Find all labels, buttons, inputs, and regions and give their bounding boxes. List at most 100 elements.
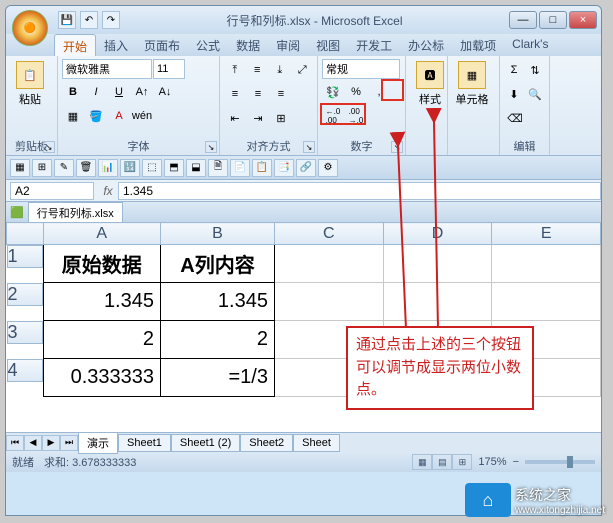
- tab-page-layout[interactable]: 页面布: [136, 34, 188, 56]
- tool-8[interactable]: ⬒: [164, 159, 184, 177]
- sheet-tab-3[interactable]: Sheet: [293, 434, 340, 452]
- tab-office[interactable]: 办公标: [400, 34, 452, 56]
- sheet-nav-next[interactable]: ▶: [42, 435, 60, 451]
- col-header-c[interactable]: C: [274, 223, 383, 245]
- minimize-button[interactable]: —: [509, 11, 537, 29]
- currency-button[interactable]: 💱: [322, 81, 344, 103]
- sheet-tab-2[interactable]: Sheet2: [240, 434, 293, 452]
- percent-button[interactable]: %: [345, 81, 367, 103]
- tab-addins[interactable]: 加载项: [452, 34, 504, 56]
- tool-7[interactable]: ⬚: [142, 159, 162, 177]
- align-center-icon[interactable]: ≡: [247, 83, 269, 105]
- col-header-b[interactable]: B: [161, 223, 275, 245]
- qat-save[interactable]: 💾: [58, 11, 76, 29]
- office-button[interactable]: 🟠: [12, 10, 48, 46]
- close-button[interactable]: ×: [569, 11, 597, 29]
- qat-undo[interactable]: ↶: [80, 11, 98, 29]
- sheet-nav-prev[interactable]: ◀: [24, 435, 42, 451]
- sheet-tab-demo[interactable]: 演示: [78, 432, 118, 454]
- tab-insert[interactable]: 插入: [96, 34, 136, 56]
- increase-font-icon[interactable]: A↑: [131, 81, 153, 103]
- align-middle-icon[interactable]: ≡: [247, 59, 269, 81]
- cell-b4[interactable]: =1/3: [161, 359, 275, 397]
- cell-d2[interactable]: [383, 283, 492, 321]
- fill-color-button[interactable]: 🪣: [85, 105, 107, 127]
- tab-formulas[interactable]: 公式: [188, 34, 228, 56]
- paste-button[interactable]: 📋 粘贴: [10, 59, 50, 109]
- find-icon[interactable]: 🔍: [525, 83, 545, 105]
- row-header-2[interactable]: 2: [7, 283, 43, 306]
- tool-11[interactable]: 📄: [230, 159, 250, 177]
- clear-icon[interactable]: ⌫: [504, 107, 526, 129]
- tool-15[interactable]: ⚙: [318, 159, 338, 177]
- align-right-icon[interactable]: ≡: [270, 83, 292, 105]
- view-pagebreak-icon[interactable]: ⊞: [452, 454, 472, 470]
- cell-a2[interactable]: 1.345: [43, 283, 161, 321]
- underline-button[interactable]: U: [108, 81, 130, 103]
- tool-5[interactable]: 📊: [98, 159, 118, 177]
- view-normal-icon[interactable]: ▦: [412, 454, 432, 470]
- zoom-out-icon[interactable]: −: [513, 456, 519, 468]
- tab-view[interactable]: 视图: [308, 34, 348, 56]
- select-all-corner[interactable]: [7, 223, 44, 245]
- zoom-level[interactable]: 175%: [478, 456, 506, 468]
- tool-2[interactable]: ⊞: [32, 159, 52, 177]
- font-color-button[interactable]: A: [108, 105, 130, 127]
- cell-c2[interactable]: [274, 283, 383, 321]
- font-size-combo[interactable]: 11: [153, 59, 185, 79]
- row-header-1[interactable]: 1: [7, 245, 43, 268]
- view-layout-icon[interactable]: ▤: [432, 454, 452, 470]
- fx-icon[interactable]: fx: [98, 184, 118, 198]
- sheet-tab-1-2[interactable]: Sheet1 (2): [171, 434, 240, 452]
- qat-redo[interactable]: ↷: [102, 11, 120, 29]
- sheet-tab-1[interactable]: Sheet1: [118, 434, 171, 452]
- cell-a3[interactable]: 2: [43, 321, 161, 359]
- fill-icon[interactable]: ⬇: [504, 83, 524, 105]
- font-launcher[interactable]: ↘: [205, 141, 217, 153]
- tool-10[interactable]: 🗎: [208, 159, 228, 177]
- cell-a4[interactable]: 0.333333: [43, 359, 161, 397]
- orientation-icon[interactable]: ⤢: [292, 59, 314, 81]
- clipboard-launcher[interactable]: ↘: [43, 141, 55, 153]
- cell-e2[interactable]: [492, 283, 601, 321]
- align-bottom-icon[interactable]: ⤓: [269, 59, 291, 81]
- border-button[interactable]: ▦: [62, 105, 84, 127]
- sheet-nav-last[interactable]: ⏭: [60, 435, 78, 451]
- formula-input[interactable]: 1.345: [118, 182, 601, 200]
- tool-4[interactable]: 🗑: [76, 159, 96, 177]
- merge-cells-icon[interactable]: ⊞: [270, 107, 292, 129]
- tool-14[interactable]: 🔗: [296, 159, 316, 177]
- cell-b2[interactable]: 1.345: [161, 283, 275, 321]
- tab-data[interactable]: 数据: [228, 34, 268, 56]
- decrease-font-icon[interactable]: A↓: [154, 81, 176, 103]
- col-header-a[interactable]: A: [43, 223, 161, 245]
- tab-home[interactable]: 开始: [54, 34, 96, 56]
- tab-review[interactable]: 审阅: [268, 34, 308, 56]
- tool-3[interactable]: ✎: [54, 159, 74, 177]
- styles-button[interactable]: 🅰 样式: [410, 59, 450, 109]
- cell-a1[interactable]: 原始数据: [43, 245, 161, 283]
- workbook-tab[interactable]: 行号和列标.xlsx: [28, 202, 123, 223]
- bold-button[interactable]: B: [62, 81, 84, 103]
- tool-1[interactable]: ▦: [10, 159, 30, 177]
- cell-e1[interactable]: [492, 245, 601, 283]
- tab-clarks[interactable]: Clark's: [504, 34, 556, 56]
- tool-6[interactable]: 🔢: [120, 159, 140, 177]
- tab-developer[interactable]: 开发工: [348, 34, 400, 56]
- tool-13[interactable]: 📑: [274, 159, 294, 177]
- col-header-e[interactable]: E: [492, 223, 601, 245]
- col-header-d[interactable]: D: [383, 223, 492, 245]
- sort-icon[interactable]: ⇅: [525, 59, 545, 81]
- number-launcher[interactable]: ↘: [391, 141, 403, 153]
- sheet-nav-first[interactable]: ⏮: [6, 435, 24, 451]
- number-format-combo[interactable]: 常规: [322, 59, 400, 79]
- autosum-icon[interactable]: Σ: [504, 59, 524, 81]
- phonetic-button[interactable]: wén: [131, 105, 153, 127]
- italic-button[interactable]: I: [85, 81, 107, 103]
- zoom-slider[interactable]: [525, 460, 595, 464]
- cell-b1[interactable]: A列内容: [161, 245, 275, 283]
- row-header-4[interactable]: 4: [7, 359, 43, 382]
- align-top-icon[interactable]: ⤒: [224, 59, 246, 81]
- font-name-combo[interactable]: 微软雅黑: [62, 59, 152, 79]
- align-left-icon[interactable]: ≡: [224, 83, 246, 105]
